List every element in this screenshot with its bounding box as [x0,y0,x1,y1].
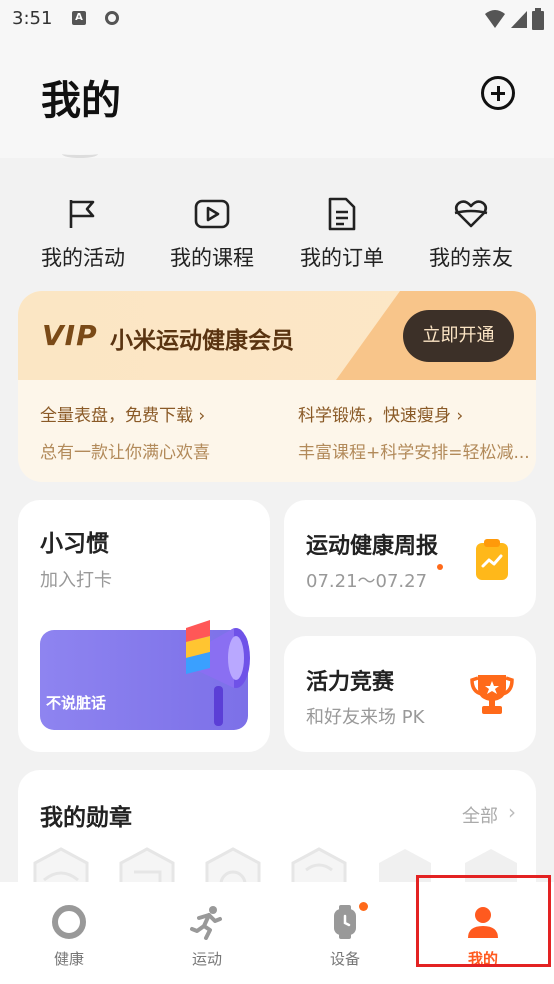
competition-card[interactable]: 活力竞赛 和好友来场 PK [284,636,536,752]
habit-banner-text: 不说脏话 [46,694,107,712]
heart-link-icon [454,200,488,228]
vip-card[interactable]: VIP 小米运动健康会员 立即开通 全量表盘，免费下载 › 总有一款让你满心欢喜… [18,291,536,482]
highlight-box [416,875,551,967]
vip-feature-desc: 总有一款让你满心欢喜 [40,443,210,463]
flag-icon [69,200,95,228]
chevron-right-icon: › [198,406,206,426]
status-bar: 3:51 A [0,0,554,38]
status-icons [484,8,544,30]
play-icon [194,199,230,229]
quick-link-family[interactable]: 我的亲友 [416,196,526,272]
watch-icon [334,905,356,939]
signal-icon [511,11,527,28]
chevron-right-icon[interactable]: › [508,800,516,824]
tab-health[interactable]: 健康 [0,882,138,984]
quick-link-label: 我的亲友 [429,246,513,270]
tab-workout[interactable]: 运动 [138,882,276,984]
quick-link-label: 我的课程 [170,246,254,270]
quick-link-label: 我的活动 [41,246,125,270]
add-button[interactable] [481,76,515,110]
weekly-report-card[interactable]: 运动健康周报 07.21～07.27 [284,500,536,617]
chevron-right-icon: › [456,406,464,426]
tab-label: 设备 [329,950,360,968]
page-header: 我的 [0,38,554,158]
quick-link-activities[interactable]: 我的活动 [28,196,138,272]
weekly-title: 运动健康周报 [306,534,439,559]
vip-logo: VIP [42,319,98,352]
vip-header: VIP 小米运动健康会员 立即开通 [18,291,536,380]
circle-status-icon [105,11,119,25]
document-icon [328,197,356,231]
quick-link-label: 我的订单 [300,246,384,270]
habit-card[interactable]: 小习惯 加入打卡 不说脏话 [18,500,270,752]
weekly-subtitle: 07.21～07.27 [306,571,428,592]
medals-title: 我的勋章 [40,805,132,831]
habit-title: 小习惯 [40,531,109,557]
megaphone-flag-icon [186,620,250,726]
battery-icon [532,8,544,30]
vip-feature-training[interactable]: 科学锻炼，快速瘦身 › 丰富课程+科学安排=轻松减... [298,401,534,463]
quick-link-courses[interactable]: 我的课程 [157,196,267,272]
notification-dot [437,564,443,570]
notification-dot [359,902,368,911]
vip-feature-title: 科学锻炼，快速瘦身 [298,406,451,426]
status-time: 3:51 [12,8,53,29]
tab-devices[interactable]: 设备 [276,882,414,984]
medals-all-link[interactable]: 全部 [462,802,498,828]
vip-activate-button[interactable]: 立即开通 [403,310,514,362]
health-icon [52,905,86,939]
competition-title: 活力竞赛 [306,670,395,695]
tab-label: 运动 [191,950,222,968]
habit-subtitle: 加入打卡 [40,570,112,591]
vip-feature-desc: 丰富课程+科学安排=轻松减... [298,443,530,463]
quick-links: 我的活动 我的课程 我的订单 我的亲友 [0,196,554,286]
competition-subtitle: 和好友来场 PK [306,707,425,728]
keyboard-a-icon: A [72,11,86,25]
trophy-icon [470,675,514,714]
vip-feature-watchfaces[interactable]: 全量表盘，免费下载 › 总有一款让你满心欢喜 [40,401,270,463]
vip-title: 小米运动健康会员 [110,328,294,354]
tab-label: 健康 [53,950,84,968]
quick-link-orders[interactable]: 我的订单 [287,196,397,272]
report-chart-icon [476,539,508,580]
wifi-icon [485,10,505,28]
page-title: 我的 [41,78,121,124]
vip-feature-title: 全量表盘，免费下载 [40,406,193,426]
running-icon [190,906,222,940]
avatar[interactable] [62,150,98,158]
